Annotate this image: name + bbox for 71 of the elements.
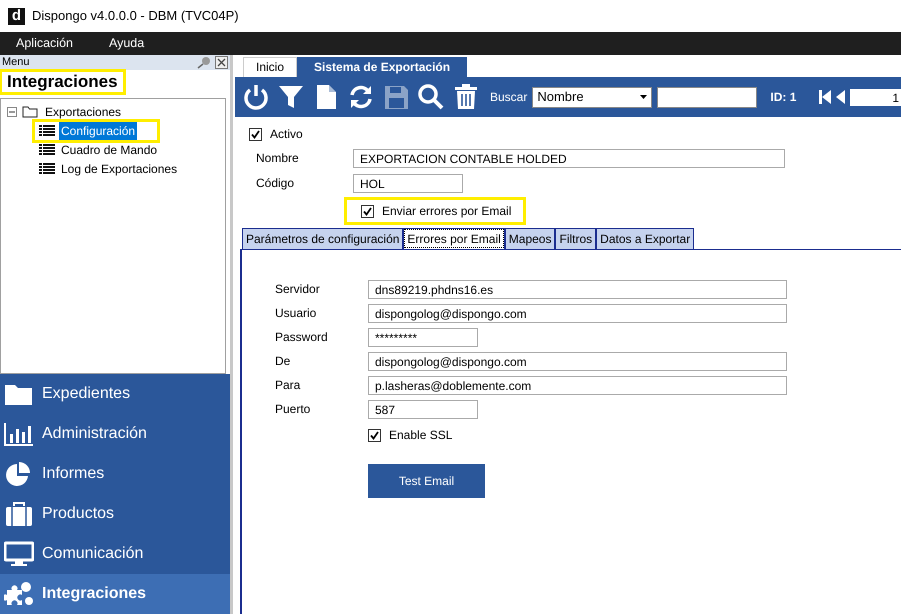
field-label: Password [275,329,329,346]
nav-item[interactable]: Administración [0,414,230,454]
list-icon [39,162,55,175]
checkbox[interactable] [361,204,374,218]
text-field[interactable]: dns89219.phdns16.es [368,280,787,299]
puzzle-icon [4,581,34,607]
trash-icon [452,83,480,111]
first-record-icon[interactable] [819,89,832,105]
window-title: Dispongo v4.0.0.0 - DBM (TVC04P) [32,7,239,26]
record-number-field[interactable]: 1 [850,88,901,106]
text-field[interactable]: p.lasheras@doblemente.com [368,376,787,395]
tree-item[interactable]: Log de Exportaciones [59,160,180,178]
nav-item[interactable]: Informes [0,454,230,494]
tab[interactable]: Filtros [555,228,596,249]
close-icon[interactable] [215,56,228,69]
chart-icon [4,421,34,447]
checkbox-label: Activo [270,126,303,143]
test-email-button[interactable]: Test Email [368,464,485,498]
menu-item[interactable]: Aplicación [16,34,73,53]
field-label: Código [256,175,296,192]
text-field[interactable]: ********* [368,328,478,347]
text-field[interactable]: HOL [353,174,463,193]
tab[interactable]: Errores por Email [403,228,505,249]
checkbox[interactable] [368,428,381,442]
checkbox-label: Enable SSL [389,427,452,444]
field-label: De [275,353,292,370]
tab[interactable]: Mapeos [504,228,556,249]
field-label: Usuario [275,305,318,322]
tab[interactable]: Sistema de Exportación [297,57,468,77]
nav-item[interactable]: Productos [0,494,230,534]
panel-header: Menu [2,55,30,70]
field-label: Servidor [275,281,321,298]
nav-item[interactable]: Comunicación [0,534,230,574]
checkbox[interactable] [249,128,262,140]
list-icon [39,143,55,156]
filter-icon [277,83,305,111]
nav-item[interactable]: Integraciones [0,574,230,614]
panel-title: Integraciones [2,72,123,92]
search-icon [417,83,445,111]
power-icon [242,83,270,111]
list-icon [39,124,55,137]
search-label: Buscar [490,89,528,106]
briefcase-icon [4,501,34,527]
field-label: Para [275,377,302,394]
pin-icon[interactable] [197,56,211,69]
text-field[interactable]: EXPORTACION CONTABLE HOLDED [353,149,785,168]
record-id: ID: 1 [770,89,796,106]
app-logo: d [8,8,25,24]
previous-record-icon[interactable] [836,89,846,105]
text-field[interactable]: 587 [368,400,478,419]
tab[interactable]: Datos a Exportar [596,228,694,249]
tab[interactable]: Parámetros de configuración [242,228,404,249]
text-field[interactable]: dispongolog@dispongo.com [368,304,787,323]
collapse-icon[interactable] [7,106,17,116]
tree-item[interactable]: Exportaciones [43,102,124,120]
nav-item[interactable]: Expedientes [0,374,230,414]
tree-item[interactable]: Configuración [59,122,138,140]
text-field[interactable]: dispongolog@dispongo.com [368,352,787,371]
tab[interactable]: Inicio [243,57,298,77]
tree-item[interactable]: Cuadro de Mando [59,140,160,158]
toolbar-button[interactable] [416,82,446,112]
search-field-dropdown[interactable]: Nombre [532,86,652,108]
menu-item[interactable]: Ayuda [108,34,144,53]
save-icon [382,83,410,111]
dropdown-icon [640,95,648,99]
field-label: Puerto [275,401,312,418]
checkbox-label: Enviar errores por Email [382,203,512,220]
folder-icon [22,105,38,118]
monitor-icon [4,541,34,567]
search-input-field[interactable] [657,86,758,108]
field-label: Nombre [256,150,300,167]
